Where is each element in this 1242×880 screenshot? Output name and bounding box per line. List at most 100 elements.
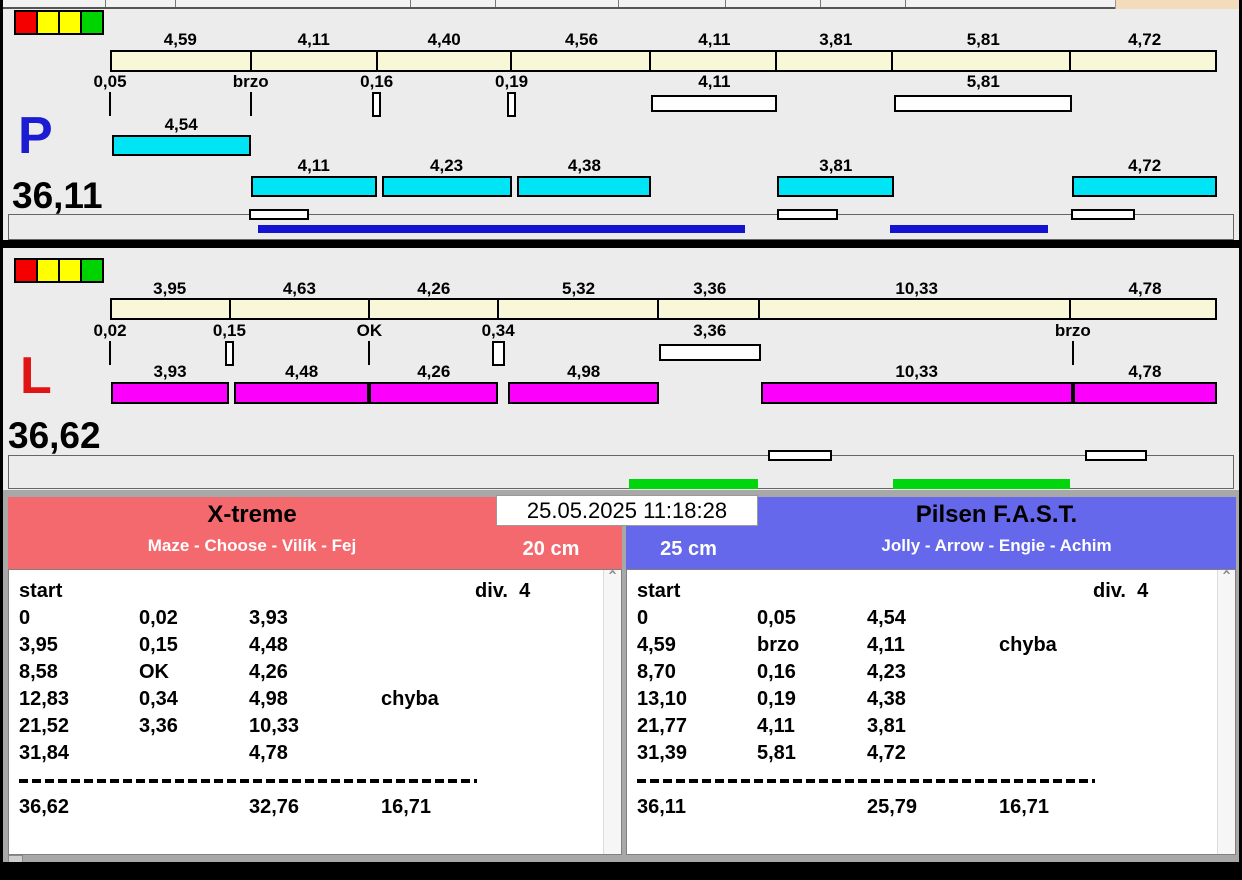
sub-box	[767, 450, 832, 461]
segment-cell	[231, 300, 371, 318]
scrollbar[interactable]: ^	[1217, 570, 1235, 854]
footer-bar	[0, 862, 1242, 880]
total-cell: 25,79	[867, 796, 918, 818]
split-bar-label: 10,33	[895, 362, 938, 381]
sub-bar	[629, 479, 759, 489]
split-bar	[508, 382, 659, 404]
split-bar	[110, 382, 230, 404]
split-bar-label: 3,93	[153, 362, 187, 381]
team-card-right: Pilsen F.A.S.T. Jolly - Arrow - Engie - …	[626, 497, 1236, 855]
split-table: start div. 4 0 0,02 3,93 3,95 0,15 4,48 8,58 OK 4,…	[9, 578, 604, 821]
split-cell: 4,59	[637, 634, 676, 656]
split-cell: 4,26	[249, 661, 288, 683]
split-row: 8,70 0,16 4,23	[627, 659, 1218, 686]
split-bar	[369, 382, 499, 404]
status-light	[58, 258, 82, 283]
split-row: 31,39 5,81 4,72	[627, 740, 1218, 767]
split-cell: 3,93	[249, 607, 288, 629]
team-name: X-treme	[207, 501, 297, 528]
split-cell: 3,81	[867, 715, 906, 737]
split-cell: 13,10	[637, 688, 688, 710]
split-cell: 21,52	[19, 715, 70, 737]
split-cell: 31,39	[637, 742, 688, 764]
split-cell: 4,98	[249, 688, 288, 710]
marker-label: 0,34	[481, 321, 515, 340]
split-row: 4,59 brzo 4,11 chyba	[627, 632, 1218, 659]
segment-label: 3,95	[153, 279, 187, 298]
split-bar-label: 4,98	[567, 362, 601, 381]
marker-box-wide	[658, 344, 761, 361]
marker-box-small	[224, 341, 234, 366]
split-cell: 0,19	[757, 688, 796, 710]
table-header-row: start div. 4	[627, 578, 1218, 605]
split-cell: 4,11	[757, 715, 795, 737]
scroll-up-icon[interactable]: ^	[604, 570, 621, 584]
split-cell: 4,72	[867, 742, 906, 764]
split-cell: chyba	[381, 688, 439, 710]
scrollbar[interactable]: ^	[603, 570, 621, 854]
total-cell: 36,62	[19, 796, 70, 818]
total-cell: 16,71	[381, 796, 432, 818]
marker-label: 3,36	[693, 321, 727, 340]
split-cell: 4,78	[249, 742, 288, 764]
lane-letter-p: P	[18, 107, 53, 165]
start-label: start	[637, 580, 681, 602]
start-label: start	[19, 580, 63, 602]
split-cell: 4,48	[249, 634, 288, 656]
segment-label: 4,26	[417, 279, 451, 298]
split-cell: 0	[637, 607, 649, 629]
split-list-left[interactable]: start div. 4 0 0,02 3,93 3,95 0,15 4,48 8,58 OK 4,…	[8, 569, 622, 855]
split-cell: 0,16	[757, 661, 796, 683]
segment-cell	[370, 300, 499, 318]
marker-label: OK	[356, 321, 383, 340]
split-cell: 0,15	[139, 634, 178, 656]
marker-label: brzo	[1054, 321, 1091, 340]
segment-cell	[760, 300, 1072, 318]
sub-box	[1084, 450, 1147, 461]
split-cell: 4,11	[867, 634, 905, 656]
split-row: 21,52 3,36 10,33	[9, 713, 604, 740]
split-cell: 8,70	[637, 661, 676, 683]
split-cell: 3,95	[19, 634, 58, 656]
window-frame-left	[0, 0, 3, 880]
split-row: 0 0,02 3,93	[9, 605, 604, 632]
split-cell: 4,38	[867, 688, 906, 710]
marker-tick	[109, 341, 111, 365]
split-cell: 21,77	[637, 715, 688, 737]
team-members: Maze - Choose - Vilík - Fej	[147, 536, 357, 555]
split-row: 8,58 OK 4,26	[9, 659, 604, 686]
lane-total-l: 36,62	[8, 415, 101, 456]
marker-tick	[1071, 341, 1074, 365]
segment-label: 4,78	[1128, 279, 1162, 298]
segment-cell	[659, 300, 760, 318]
split-cell: 0,02	[139, 607, 178, 629]
status-lights	[14, 258, 104, 283]
segment-label: 3,36	[693, 279, 727, 298]
split-row: 3,95 0,15 4,48	[9, 632, 604, 659]
division-label: div. 4	[1093, 580, 1149, 602]
split-bar	[233, 382, 370, 404]
split-bar-label: 4,78	[1128, 362, 1162, 381]
clock-display: 25.05.2025 11:18:28	[496, 495, 758, 526]
marker-box-small	[491, 341, 505, 366]
split-row: 12,83 0,34 4,98 chyba	[9, 686, 604, 713]
split-row: 13,10 0,19 4,38	[627, 686, 1218, 713]
table-header-row: start div. 4	[9, 578, 604, 605]
split-cell: 0,05	[757, 607, 796, 629]
division-label: div. 4	[475, 580, 531, 602]
marker-tick	[368, 341, 371, 365]
lane-total-p: 36,11	[12, 175, 103, 216]
timing-app-window: 4,59 4,11 4,40 4,56 4,11 3,81 5,81 4,72 0,05 brzo…	[0, 0, 1242, 880]
scroll-up-icon[interactable]: ^	[1218, 570, 1235, 584]
totals-row: 36,11 25,79 16,71	[627, 794, 1218, 821]
split-bar	[760, 382, 1073, 404]
split-cell: chyba	[999, 634, 1057, 656]
lane-letter-l: L	[20, 347, 52, 405]
totals-row: 36,62 32,76 16,71	[9, 794, 604, 821]
total-cell: 16,71	[999, 796, 1050, 818]
split-bar-label: 4,26	[417, 362, 451, 381]
dashed-divider	[627, 767, 1218, 794]
results-panel: X-treme Maze - Choose - Vilík - Fej 20 c…	[0, 490, 1242, 864]
sub-bar	[892, 479, 1071, 489]
split-list-right[interactable]: start div. 4 0 0,05 4,54 4,59 brzo 4,11 chyba 8,7…	[626, 569, 1236, 855]
